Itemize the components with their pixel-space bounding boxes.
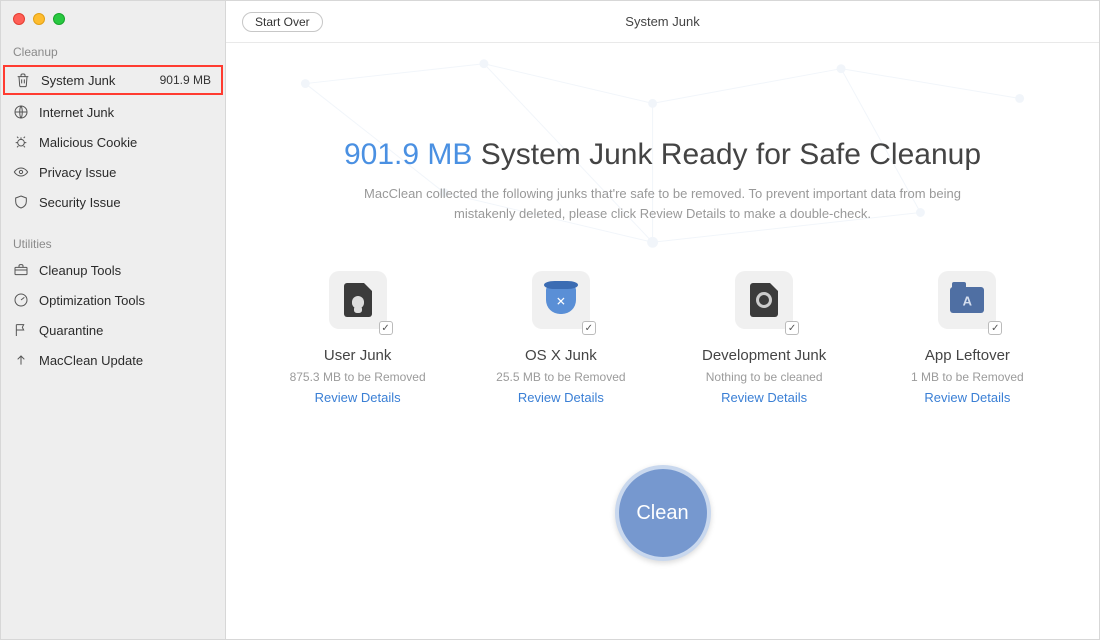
sidebar-section-header-cleanup: Cleanup (1, 39, 225, 63)
update-icon (13, 352, 29, 368)
sidebar-item-badge: 901.9 MB (160, 73, 211, 87)
card-subtitle: Nothing to be cleaned (674, 370, 854, 384)
sidebar-item-label: Quarantine (39, 323, 213, 338)
sidebar: Cleanup System Junk 901.9 MB Internet Ju… (1, 1, 226, 639)
sidebar-item-macclean-update[interactable]: MacClean Update (1, 345, 225, 375)
review-details-link[interactable]: Review Details (268, 390, 448, 405)
sidebar-item-malicious-cookie[interactable]: Malicious Cookie (1, 127, 225, 157)
user-doc-icon: ✓ (329, 271, 387, 329)
card-subtitle: 1 MB to be Removed (877, 370, 1057, 384)
sidebar-item-optimization-tools[interactable]: Optimization Tools (1, 285, 225, 315)
minimize-window-button[interactable] (33, 13, 45, 25)
card-user-junk: ✓ User Junk 875.3 MB to be Removed Revie… (268, 271, 448, 405)
hero-section: 901.9 MB System Junk Ready for Safe Clea… (226, 138, 1099, 223)
hero-headline-rest: System Junk Ready for Safe Cleanup (472, 138, 981, 171)
sidebar-item-quarantine[interactable]: Quarantine (1, 315, 225, 345)
review-details-link[interactable]: Review Details (471, 390, 651, 405)
sidebar-item-label: Cleanup Tools (39, 263, 213, 278)
card-title: User Junk (268, 347, 448, 364)
sidebar-item-label: MacClean Update (39, 353, 213, 368)
hero-subtext: MacClean collected the following junks t… (353, 184, 973, 223)
sidebar-item-system-junk[interactable]: System Junk 901.9 MB (3, 65, 223, 95)
card-title: OS X Junk (471, 347, 651, 364)
close-window-button[interactable] (13, 13, 25, 25)
sidebar-section-header-utilities: Utilities (1, 231, 225, 255)
sidebar-item-internet-junk[interactable]: Internet Junk (1, 97, 225, 127)
sidebar-item-privacy-issue[interactable]: Privacy Issue (1, 157, 225, 187)
clean-button-area: Clean (226, 465, 1099, 561)
sidebar-item-label: System Junk (41, 73, 150, 88)
card-development-junk: ✓ Development Junk Nothing to be cleaned… (674, 271, 854, 405)
hero-size-text: 901.9 MB (344, 138, 472, 171)
sidebar-item-cleanup-tools[interactable]: Cleanup Tools (1, 255, 225, 285)
sidebar-item-label: Optimization Tools (39, 293, 213, 308)
sidebar-item-label: Security Issue (39, 195, 213, 210)
zoom-window-button[interactable] (53, 13, 65, 25)
flag-icon (13, 322, 29, 338)
sidebar-item-label: Malicious Cookie (39, 135, 213, 150)
bug-icon (13, 134, 29, 150)
review-details-link[interactable]: Review Details (877, 390, 1057, 405)
sidebar-item-label: Internet Junk (39, 105, 213, 120)
globe-icon (13, 104, 29, 120)
main-content: Start Over System Junk 901.9 MB System J… (226, 1, 1099, 639)
dev-gear-icon: ✓ (735, 271, 793, 329)
page-title: System Junk (226, 14, 1099, 29)
clean-button[interactable]: Clean (615, 465, 711, 561)
card-subtitle: 25.5 MB to be Removed (471, 370, 651, 384)
card-app-leftover: ✓ App Leftover 1 MB to be Removed Review… (877, 271, 1057, 405)
checkbox-icon[interactable]: ✓ (582, 321, 596, 335)
osx-bucket-icon: ✓ (532, 271, 590, 329)
card-osx-junk: ✓ OS X Junk 25.5 MB to be Removed Review… (471, 271, 651, 405)
window-controls (1, 9, 225, 39)
card-title: Development Junk (674, 347, 854, 364)
topbar: Start Over System Junk (226, 1, 1099, 43)
shield-icon (13, 194, 29, 210)
review-details-link[interactable]: Review Details (674, 390, 854, 405)
hero-headline: 901.9 MB System Junk Ready for Safe Clea… (226, 138, 1099, 172)
app-folder-icon: ✓ (938, 271, 996, 329)
sidebar-item-security-issue[interactable]: Security Issue (1, 187, 225, 217)
toolbox-icon (13, 262, 29, 278)
checkbox-icon[interactable]: ✓ (785, 321, 799, 335)
card-title: App Leftover (877, 347, 1057, 364)
trash-icon (15, 72, 31, 88)
checkbox-icon[interactable]: ✓ (379, 321, 393, 335)
eye-icon (13, 164, 29, 180)
sidebar-item-label: Privacy Issue (39, 165, 213, 180)
gauge-icon (13, 292, 29, 308)
card-subtitle: 875.3 MB to be Removed (268, 370, 448, 384)
category-cards: ✓ User Junk 875.3 MB to be Removed Revie… (256, 271, 1069, 405)
checkbox-icon[interactable]: ✓ (988, 321, 1002, 335)
start-over-button[interactable]: Start Over (242, 12, 323, 32)
